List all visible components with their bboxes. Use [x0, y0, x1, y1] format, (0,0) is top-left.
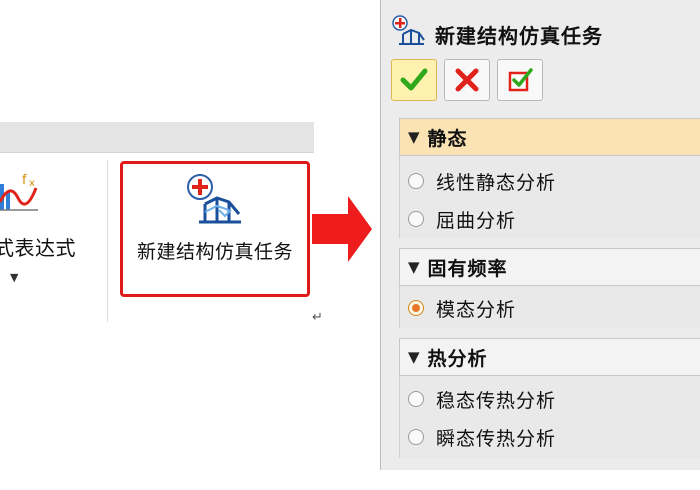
- section-thermal-header[interactable]: ▼ 热分析: [399, 338, 700, 376]
- new-simulation-task-dialog: 新建结构仿真任务 ▼ 静态 线性静态分析 屈曲分析 ▼ 固有频率 模态分析 ▼ …: [380, 0, 700, 470]
- ribbon-separator: [107, 160, 108, 322]
- dialog-task-icon: [392, 15, 425, 45]
- radio-button[interactable]: [408, 391, 424, 407]
- paragraph-mark: ↵: [312, 310, 323, 325]
- svg-text:x: x: [29, 178, 35, 189]
- section-static-title: 静态: [427, 127, 468, 150]
- option-label: 稳态传热分析: [436, 389, 557, 412]
- option-steady-state-thermal[interactable]: 稳态传热分析: [404, 382, 700, 416]
- apply-check-icon: [508, 68, 533, 92]
- check-icon: [400, 68, 428, 91]
- option-transient-thermal[interactable]: 瞬态传热分析: [404, 420, 700, 454]
- option-modal-analysis[interactable]: 模态分析: [404, 291, 700, 325]
- option-linear-static[interactable]: 线性静态分析: [404, 164, 700, 198]
- formula-dropdown-caret[interactable]: ▼: [10, 271, 18, 284]
- option-label: 线性静态分析: [436, 171, 557, 194]
- radio-button[interactable]: [408, 429, 424, 445]
- apply-button[interactable]: [497, 59, 543, 101]
- section-natural-frequency-body: 模态分析: [399, 286, 700, 328]
- formula-icon[interactable]: f x: [0, 170, 44, 214]
- dialog-title: 新建结构仿真任务: [435, 24, 603, 48]
- right-arrow-icon: [312, 196, 372, 262]
- option-label: 瞬态传热分析: [436, 427, 557, 450]
- collapse-caret-icon: ▼: [408, 348, 420, 366]
- section-thermal-title: 热分析: [427, 347, 488, 370]
- new-simulation-task-label: 新建结构仿真任务: [136, 241, 293, 263]
- section-thermal-body: 稳态传热分析 瞬态传热分析: [399, 376, 700, 458]
- section-natural-frequency-title: 固有频率: [427, 257, 508, 280]
- section-natural-frequency-header[interactable]: ▼ 固有频率: [399, 248, 700, 286]
- collapse-caret-icon: ▼: [408, 258, 420, 276]
- section-static-header[interactable]: ▼ 静态: [399, 118, 700, 156]
- cancel-button[interactable]: [444, 59, 490, 101]
- svg-text:f: f: [22, 173, 27, 188]
- formula-button-label[interactable]: 式表达式: [0, 232, 76, 261]
- radio-button[interactable]: [408, 173, 424, 189]
- ribbon-tab-strip: [0, 122, 314, 153]
- section-static-body: 线性静态分析 屈曲分析: [399, 156, 700, 238]
- collapse-caret-icon: ▼: [408, 128, 420, 146]
- option-label: 模态分析: [436, 298, 517, 321]
- radio-button-checked[interactable]: [408, 300, 424, 316]
- new-simulation-task-icon: [187, 174, 241, 224]
- ok-button[interactable]: [391, 59, 437, 101]
- new-structural-simulation-task-button[interactable]: 新建结构仿真任务: [120, 161, 310, 297]
- option-label: 屈曲分析: [436, 209, 517, 232]
- radio-button[interactable]: [408, 211, 424, 227]
- option-buckling[interactable]: 屈曲分析: [404, 202, 700, 236]
- close-icon: [455, 68, 479, 92]
